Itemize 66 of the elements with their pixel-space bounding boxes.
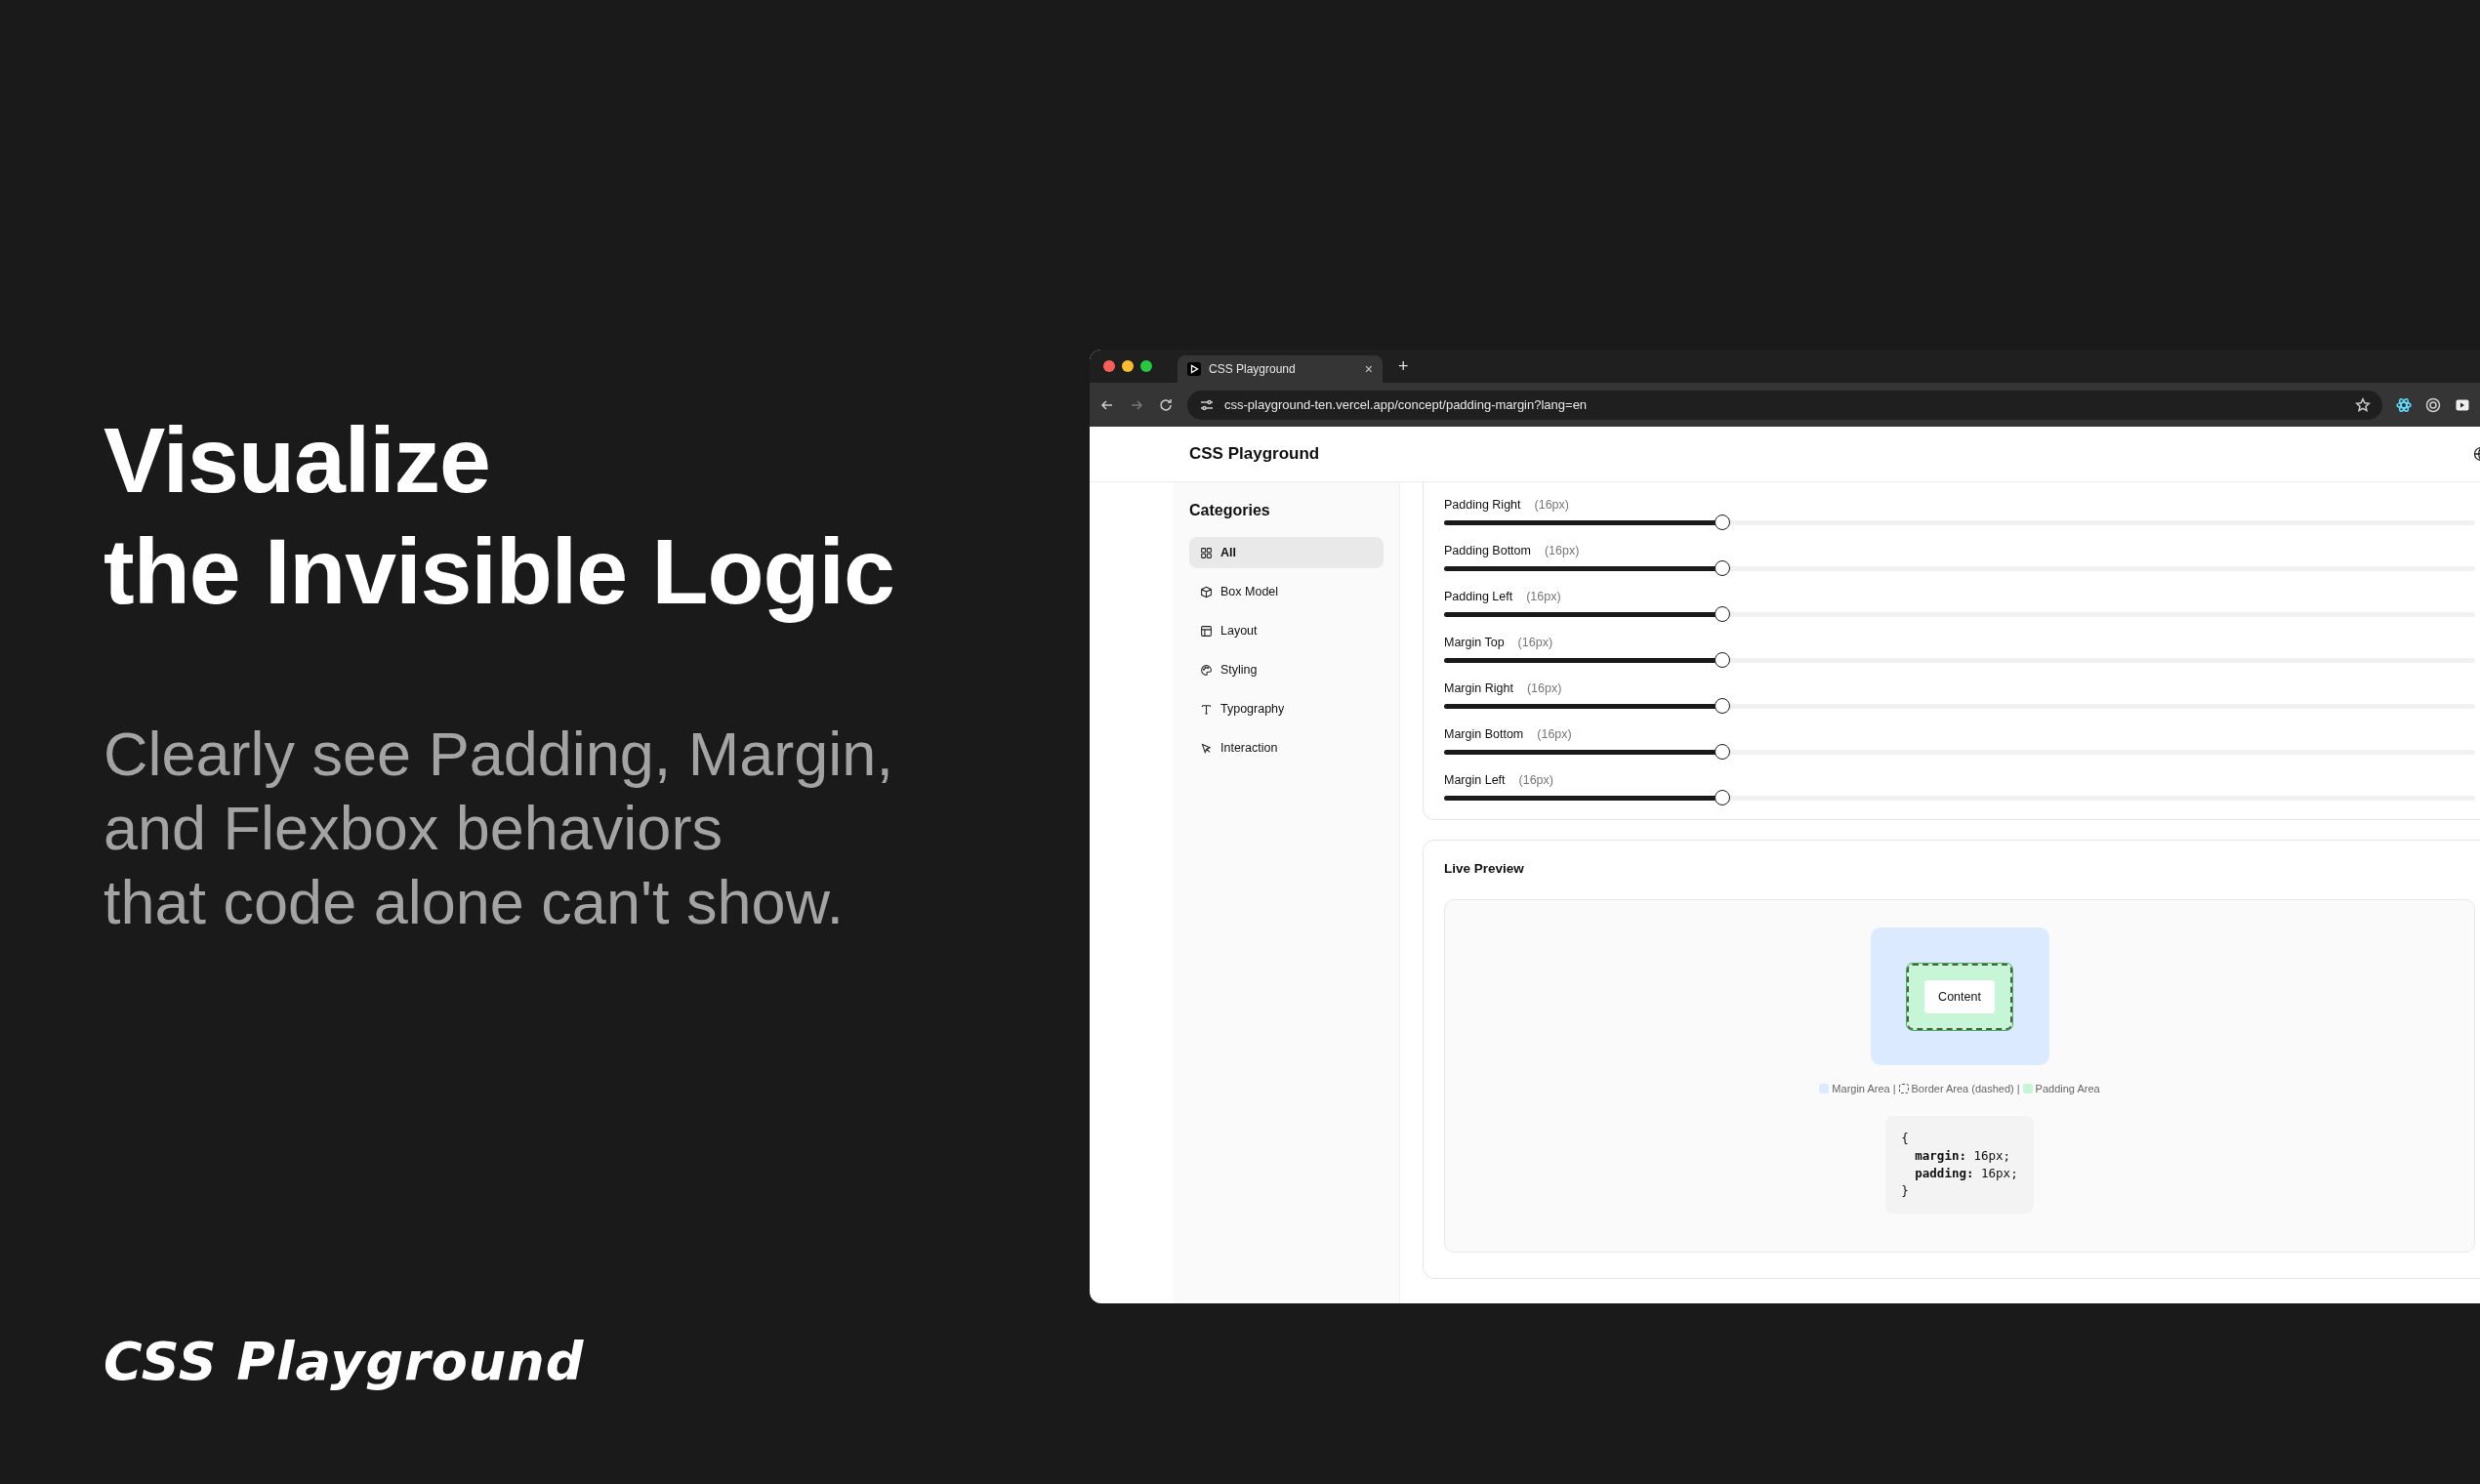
reload-icon[interactable] [1158,396,1174,413]
layout-icon [1200,624,1213,638]
minimize-window-dot[interactable] [1122,360,1134,372]
slider-label: Margin Bottom [1444,727,1524,741]
slider-thumb[interactable] [1715,515,1731,530]
legend-label: Border Area (dashed) [1911,1083,2014,1094]
slider[interactable] [1444,560,2475,576]
slider-value: (16px) [1537,727,1572,741]
category-item[interactable]: Layout [1189,615,1384,646]
slider-label: Margin Top [1444,636,1505,649]
hero-heading: Visualize the Invisible Logic [103,407,895,625]
url-text: css-playground-ten.vercel.app/concept/padding-margin?lang=en [1224,397,1589,412]
slider[interactable] [1444,744,2475,760]
target-icon[interactable] [2425,396,2441,413]
legend-label: Margin Area [1832,1083,1890,1094]
category-item[interactable]: Styling [1189,654,1384,685]
slider-thumb[interactable] [1715,744,1731,760]
brand-wordmark: CSS Playground [103,1331,586,1392]
slider-value: (16px) [1518,773,1553,787]
slider-thumb[interactable] [1715,606,1731,622]
preview-title: Live Preview [1444,861,1525,876]
hero-subtitle: Clearly see Padding, Margin, and Flexbox behaviors that code alone can't show. [103,719,894,938]
slider-label: Padding Bottom [1444,544,1531,557]
browser-tab[interactable]: CSS Playground × [1178,355,1383,383]
site-title[interactable]: CSS Playground [1189,444,1320,464]
code-block: { margin: 16px; padding: 16px; } [1885,1116,2034,1214]
slider[interactable] [1444,515,2475,530]
slider-value: (16px) [1544,544,1580,557]
sidebar-title: Categories [1189,502,1271,519]
close-tab-button[interactable]: × [1364,361,1373,377]
slider-value: (16px) [1517,636,1553,649]
legend-separator: | [1892,1083,1896,1094]
atom-icon[interactable] [2396,396,2412,413]
star-icon[interactable] [2355,396,2371,413]
slider-value: (16px) [1534,498,1569,512]
category-item[interactable]: Typography [1189,693,1384,724]
slider-thumb[interactable] [1715,652,1731,668]
slider[interactable] [1444,698,2475,714]
slider-label: Padding Right [1444,498,1521,512]
legend-separator: | [2016,1083,2020,1094]
grid-icon [1200,546,1213,559]
slider-thumb[interactable] [1715,698,1731,714]
category-item[interactable]: All [1189,537,1384,568]
palette-icon [1200,663,1213,677]
slider-label: Margin Right [1444,681,1513,695]
slider[interactable] [1444,652,2475,668]
slider-label: Margin Left [1444,773,1506,787]
play-icon [1187,362,1201,376]
slider-thumb[interactable] [1715,560,1731,576]
slider[interactable] [1444,790,2475,805]
maximize-window-dot[interactable] [1140,360,1152,372]
content-box: Content [1924,979,1995,1013]
slider-thumb[interactable] [1715,790,1731,805]
new-tab-button[interactable]: + [1392,354,1415,378]
cube-icon [1200,585,1213,598]
slider-value: (16px) [1526,681,1562,695]
slider-value: (16px) [1526,590,1561,603]
legend-label: Padding Area [2035,1083,2100,1094]
cursor-icon [1200,741,1213,755]
slider[interactable] [1444,606,2475,622]
category-item[interactable]: Interaction [1189,732,1384,763]
slider-label: Padding Left [1444,590,1513,603]
text-icon [1200,702,1213,716]
category-item[interactable]: Box Model [1189,576,1384,607]
address-bar[interactable]: css-playground-ten.vercel.app/concept/padding-margin?lang=en [1187,390,2382,420]
close-window-dot[interactable] [1103,360,1115,372]
